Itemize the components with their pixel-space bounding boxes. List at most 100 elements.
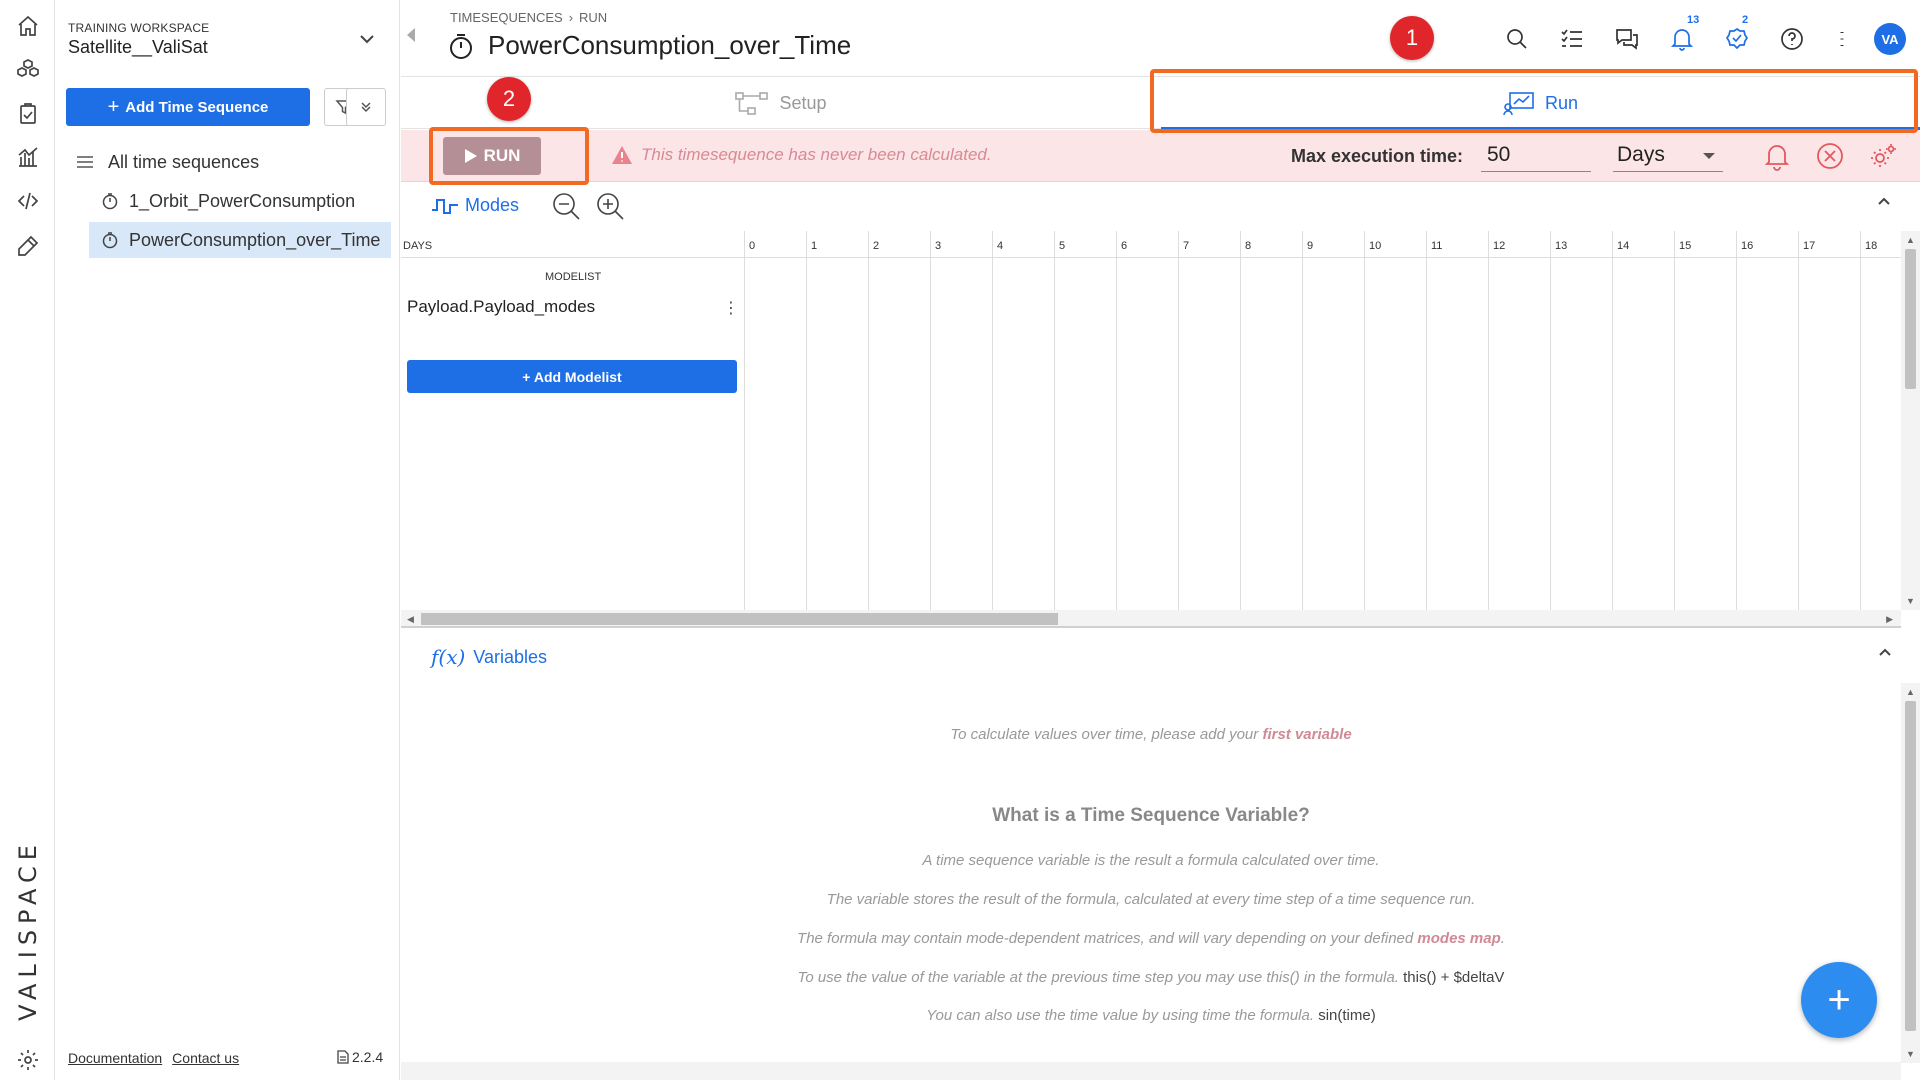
home-icon[interactable] xyxy=(14,12,42,40)
tree-item-power-consumption[interactable]: PowerConsumption_over_Time xyxy=(89,222,391,258)
day-tick-label: 8 xyxy=(1245,240,1252,252)
tab-run[interactable]: Run xyxy=(1161,78,1920,130)
settings-icon[interactable] xyxy=(14,1046,42,1074)
tree-all-time-sequences[interactable]: All time sequences xyxy=(76,150,259,174)
tree-item-orbit[interactable]: 1_Orbit_PowerConsumption xyxy=(89,183,391,219)
requirements-icon[interactable] xyxy=(14,100,42,128)
warning-text: This timesequence has never been calcula… xyxy=(641,145,992,164)
modelist-menu-icon[interactable]: ⋮ xyxy=(723,298,739,318)
alerts-button[interactable] xyxy=(1761,140,1793,172)
day-column: 13 xyxy=(1550,231,1567,610)
add-time-sequence-button[interactable]: + Add Time Sequence xyxy=(66,88,310,126)
variables-toggle[interactable]: f(x) Variables xyxy=(431,645,547,669)
max-execution-input[interactable]: 50 xyxy=(1481,138,1591,172)
variables-vertical-scrollbar[interactable]: ▲ ▼ xyxy=(1901,683,1920,1063)
warning-message: This timesequence has never been calcula… xyxy=(611,145,992,165)
zoom-in-button[interactable] xyxy=(595,191,627,223)
more-menu-button[interactable] xyxy=(1819,20,1864,58)
zoom-in-icon xyxy=(597,193,624,220)
scripting-icon[interactable] xyxy=(14,187,42,215)
list-icon xyxy=(77,156,93,168)
day-tick-label: 4 xyxy=(997,240,1004,252)
notifications-button[interactable]: 13 xyxy=(1654,14,1709,58)
verified-check-icon xyxy=(1725,27,1748,50)
variables-horizontal-scrollbar[interactable] xyxy=(401,1062,1901,1080)
breadcrumb: TIMESEQUENCES › RUN xyxy=(450,10,607,25)
annotation-badge-1: 1 xyxy=(1390,16,1434,60)
contact-link[interactable]: Contact us xyxy=(172,1050,239,1066)
collapse-sidebar-icon[interactable] xyxy=(407,28,415,42)
day-tick-label: 1 xyxy=(811,240,818,252)
day-column: 12 xyxy=(1488,231,1505,610)
stopwatch-icon xyxy=(102,232,118,249)
zoom-out-button[interactable] xyxy=(551,191,583,223)
breadcrumb-timesequences[interactable]: TIMESEQUENCES xyxy=(450,10,563,25)
day-column: 11 xyxy=(1426,231,1442,610)
modes-vertical-scrollbar[interactable]: ▲ ▼ xyxy=(1901,231,1920,610)
days-axis-label: DAYS xyxy=(403,240,433,252)
run-button[interactable]: RUN xyxy=(443,137,541,175)
workspace-label: TRAINING WORKSPACE xyxy=(68,21,210,35)
analyses-icon[interactable] xyxy=(14,143,42,171)
chevron-up-icon[interactable] xyxy=(1876,193,1892,209)
time-unit-select[interactable]: Days xyxy=(1613,138,1723,172)
day-column: 3 xyxy=(930,231,941,610)
stopwatch-icon xyxy=(102,193,118,210)
header-toolbar: 13 2 VA xyxy=(1489,14,1920,58)
day-tick-label: 7 xyxy=(1183,240,1190,252)
help-line-5-code: sin(time) xyxy=(1318,1007,1376,1024)
modelist-label: MODELIST xyxy=(545,271,602,283)
tests-icon[interactable] xyxy=(14,232,42,260)
checklist-button[interactable] xyxy=(1544,20,1599,58)
search-icon xyxy=(1506,29,1527,49)
collapse-all-button[interactable] xyxy=(346,88,386,126)
help-line-4-code: this() + $deltaV xyxy=(1403,969,1505,986)
day-column: 10 xyxy=(1364,231,1381,610)
tree-all-label: All time sequences xyxy=(108,151,260,172)
modelist-name[interactable]: Payload.Payload_modes xyxy=(407,297,595,317)
gears-icon xyxy=(1871,144,1896,167)
variables-header: f(x) Variables xyxy=(401,640,1901,690)
zoom-out-icon xyxy=(553,193,580,220)
first-variable-link[interactable]: first variable xyxy=(1262,726,1351,743)
run-bar: RUN This timesequence has never been cal… xyxy=(401,130,1920,182)
modes-grid: DAYS MODELIST Payload.Payload_modes ⋮ + … xyxy=(401,231,1920,610)
modes-horizontal-scrollbar[interactable]: ◀ ▶ xyxy=(401,610,1901,628)
discussions-button[interactable] xyxy=(1599,20,1654,58)
add-variable-fab[interactable]: + xyxy=(1801,962,1877,1038)
help-button[interactable] xyxy=(1764,20,1819,58)
modes-toggle[interactable]: Modes xyxy=(431,195,519,216)
search-button[interactable] xyxy=(1489,20,1544,58)
day-column: 14 xyxy=(1612,231,1629,610)
day-tick-label: 15 xyxy=(1679,240,1692,252)
workspace-name[interactable]: Satellite__ValiSat xyxy=(68,37,208,58)
tasks-count: 2 xyxy=(1742,14,1749,26)
help-line-1: A time sequence variable is the result a… xyxy=(922,852,1380,869)
run-settings-button[interactable] xyxy=(1867,140,1899,172)
modes-map-link[interactable]: modes map xyxy=(1417,930,1500,947)
add-modelist-button[interactable]: + Add Modelist xyxy=(407,360,737,393)
day-tick-label: 16 xyxy=(1741,240,1754,252)
day-tick-label: 2 xyxy=(873,240,880,252)
add-time-sequence-label: Add Time Sequence xyxy=(125,98,269,116)
avatar[interactable]: VA xyxy=(1874,23,1906,55)
help-line-3: The formula may contain mode-dependent m… xyxy=(797,930,1505,947)
help-icon xyxy=(1780,28,1803,50)
day-tick-label: 6 xyxy=(1121,240,1128,252)
bell-icon xyxy=(1764,145,1790,171)
chevron-up-icon[interactable] xyxy=(1877,644,1893,660)
help-line-4-text: To use the value of the variable at the … xyxy=(797,969,1399,986)
day-column: 6 xyxy=(1116,231,1127,610)
annotation-badge-2: 2 xyxy=(487,77,531,121)
timeline: 0 1 2 3 4 5 6 7 8 9 10 11 12 13 14 15 16 17 18 xyxy=(744,231,1904,610)
help-line-5: You can also use the time value by using… xyxy=(401,1007,1901,1024)
tasks-button[interactable]: 2 xyxy=(1709,14,1764,58)
variables-title: Variables xyxy=(473,646,548,667)
cancel-run-button[interactable] xyxy=(1814,140,1846,172)
components-icon[interactable] xyxy=(14,55,42,83)
day-tick-label: 9 xyxy=(1307,240,1314,252)
day-column: 0 xyxy=(744,231,755,610)
chevron-down-icon[interactable] xyxy=(356,28,378,50)
documentation-link[interactable]: Documentation xyxy=(68,1050,162,1066)
chat-icon xyxy=(1615,29,1638,50)
